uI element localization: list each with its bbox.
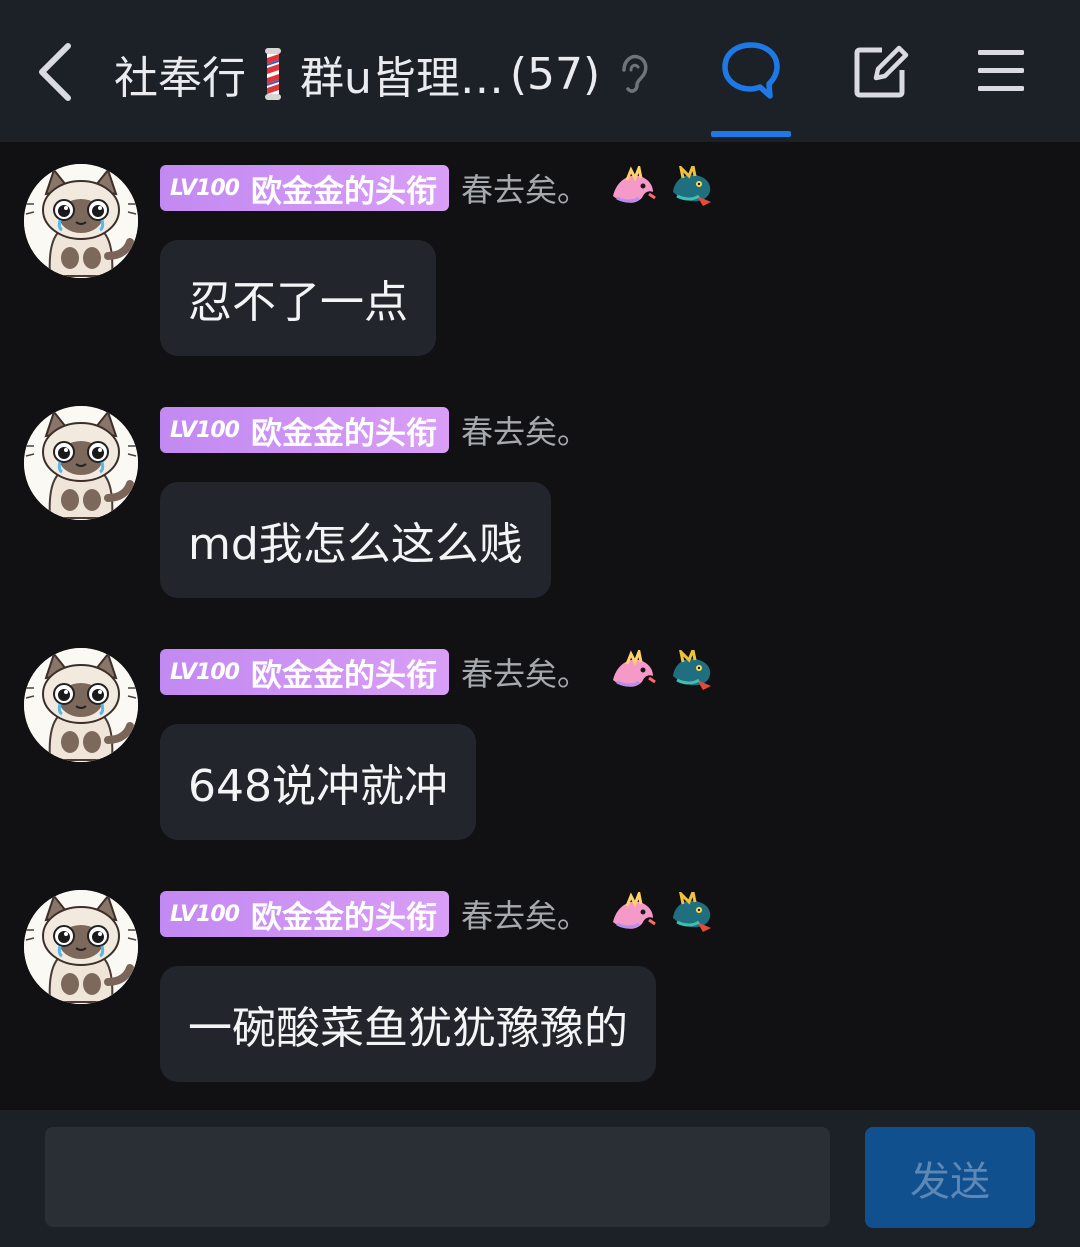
badge-level: LV100 — [170, 901, 240, 927]
edit-icon[interactable] — [850, 42, 910, 102]
message-item: LV100 欧金金的头衔 春去矣。 md我怎么这么贱 — [0, 384, 1080, 614]
menu-icon[interactable] — [976, 46, 1026, 96]
avatar[interactable] — [24, 164, 138, 278]
level-badge[interactable]: LV100 欧金金的头衔 — [160, 649, 449, 695]
title-text-part1: 社奉行 — [114, 53, 246, 104]
message-text: md我怎么这么贱 — [188, 519, 523, 570]
badge-level: LV100 — [170, 417, 240, 443]
pink-dragon-icon — [609, 650, 657, 694]
message-meta: LV100 欧金金的头衔 春去矣。 — [160, 164, 715, 212]
level-badge[interactable]: LV100 欧金金的头衔 — [160, 165, 449, 211]
message-item: LV100 欧金金的头衔 春去矣。 一碗酸菜鱼犹犹豫豫的 — [0, 868, 1080, 1098]
badge-level: LV100 — [170, 175, 240, 201]
barber-pole-icon — [265, 48, 281, 100]
chat-bubble-icon[interactable] — [720, 40, 782, 102]
message-bubble[interactable]: 忍不了一点 — [160, 240, 436, 356]
avatar[interactable] — [24, 890, 138, 1004]
teal-dragon-icon — [667, 166, 715, 210]
active-tab-indicator — [711, 131, 791, 137]
title-text-part2: 群u皆理… — [300, 53, 504, 104]
avatar[interactable] — [24, 648, 138, 762]
message-meta: LV100 欧金金的头衔 春去矣。 — [160, 890, 715, 938]
message-bubble[interactable]: 648说冲就冲 — [160, 724, 476, 840]
message-bubble[interactable]: md我怎么这么贱 — [160, 482, 551, 598]
avatar[interactable] — [24, 406, 138, 520]
composer-bar: 发送 — [0, 1110, 1080, 1247]
message-text: 忍不了一点 — [188, 277, 408, 328]
back-arrow-icon[interactable] — [30, 40, 80, 104]
ear-icon[interactable] — [616, 52, 650, 96]
message-text: 648说冲就冲 — [188, 761, 448, 812]
message-text: 一碗酸菜鱼犹犹豫豫的 — [188, 1003, 628, 1054]
member-count: (57) — [509, 48, 601, 100]
teal-dragon-icon — [667, 892, 715, 936]
username[interactable]: 春去矣。 — [461, 165, 589, 211]
teal-dragon-icon — [667, 650, 715, 694]
username[interactable]: 春去矣。 — [461, 891, 589, 937]
badge-title: 欧金金的头衔 — [250, 173, 437, 210]
pink-dragon-icon — [609, 892, 657, 936]
message-item: LV100 欧金金的头衔 春去矣。 忍不了一点 — [0, 142, 1080, 372]
message-meta: LV100 欧金金的头衔 春去矣。 — [160, 648, 715, 696]
send-button[interactable]: 发送 — [865, 1127, 1035, 1228]
username[interactable]: 春去矣。 — [461, 407, 589, 453]
level-badge[interactable]: LV100 欧金金的头衔 — [160, 407, 449, 453]
badge-title: 欧金金的头衔 — [250, 415, 437, 452]
username[interactable]: 春去矣。 — [461, 649, 589, 695]
group-title[interactable]: 社奉行 群u皆理… (57) — [114, 44, 650, 104]
message-item: LV100 欧金金的头衔 春去矣。 648说冲就冲 — [0, 626, 1080, 856]
message-meta: LV100 欧金金的头衔 春去矣。 — [160, 406, 589, 454]
badge-title: 欧金金的头衔 — [250, 657, 437, 694]
chat-header: 社奉行 群u皆理… (57) — [0, 0, 1080, 142]
pink-dragon-icon — [609, 166, 657, 210]
badge-level: LV100 — [170, 659, 240, 685]
level-badge[interactable]: LV100 欧金金的头衔 — [160, 891, 449, 937]
badge-title: 欧金金的头衔 — [250, 899, 437, 936]
message-bubble[interactable]: 一碗酸菜鱼犹犹豫豫的 — [160, 966, 656, 1082]
message-input[interactable] — [45, 1127, 830, 1227]
